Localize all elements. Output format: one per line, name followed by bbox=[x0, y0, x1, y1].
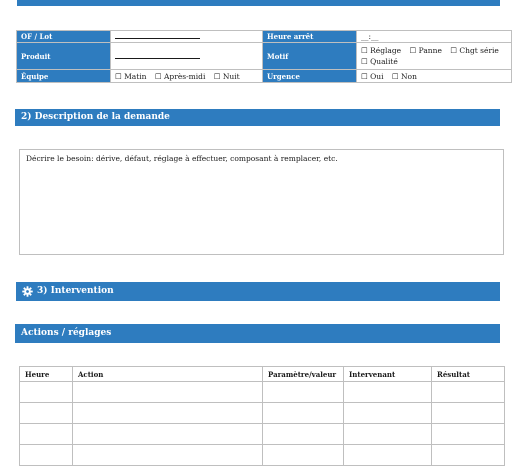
produit-blank bbox=[115, 52, 200, 59]
actions-table: Heure Action Paramètre/valeur Intervenan… bbox=[19, 366, 505, 466]
heure-arret-value: __:__ bbox=[361, 32, 379, 41]
cell-parametre[interactable] bbox=[262, 381, 344, 403]
table-row bbox=[19, 444, 505, 466]
urgence-options: ☐ Oui ☐ Non bbox=[356, 69, 512, 83]
of-lot-field[interactable] bbox=[110, 30, 263, 43]
heure-arret-label: Heure arrêt bbox=[262, 30, 357, 43]
motif-option-reglage[interactable]: ☐ Réglage bbox=[361, 46, 401, 55]
section-header-actions: Actions / réglages bbox=[15, 324, 500, 343]
table-row bbox=[19, 381, 505, 403]
cell-parametre[interactable] bbox=[262, 423, 344, 445]
equipe-option-matin[interactable]: ☐ Matin bbox=[115, 72, 147, 81]
cell-action[interactable] bbox=[72, 402, 263, 424]
of-lot-label: OF / Lot bbox=[16, 30, 111, 43]
table-row bbox=[19, 423, 505, 445]
cell-intervenant[interactable] bbox=[343, 423, 432, 445]
description-placeholder: Décrire le besoin: dérive, défaut, régla… bbox=[26, 154, 338, 163]
description-section-title: 2) Description de la demande bbox=[21, 112, 170, 122]
motif-option-qualite[interactable]: ☐ Qualité bbox=[361, 57, 398, 66]
cell-intervenant[interactable] bbox=[343, 381, 432, 403]
cell-action[interactable] bbox=[72, 423, 263, 445]
cell-resultat[interactable] bbox=[431, 381, 505, 403]
motif-option-panne[interactable]: ☐ Panne bbox=[410, 46, 442, 55]
produit-label: Produit bbox=[16, 42, 111, 70]
motif-option-chgt-serie[interactable]: ☐ Chgt série bbox=[450, 46, 499, 55]
info-table: OF / Lot Heure arrêt __:__ Produit Motif… bbox=[16, 30, 512, 83]
urgence-option-non[interactable]: ☐ Non bbox=[392, 72, 417, 81]
cell-heure[interactable] bbox=[19, 381, 73, 403]
heure-arret-field[interactable]: __:__ bbox=[356, 30, 512, 43]
info-row-of: OF / Lot Heure arrêt __:__ bbox=[16, 30, 512, 43]
equipe-option-apres-midi[interactable]: ☐ Après-midi bbox=[155, 72, 205, 81]
table-row bbox=[19, 402, 505, 424]
actions-header-row: Heure Action Paramètre/valeur Intervenan… bbox=[19, 366, 505, 382]
cell-action[interactable] bbox=[72, 381, 263, 403]
col-action-header: Action bbox=[72, 366, 263, 382]
form-page: OF / Lot Heure arrêt __:__ Produit Motif… bbox=[0, 0, 517, 466]
intervention-section-title: 3) Intervention bbox=[37, 286, 114, 296]
equipe-option-nuit[interactable]: ☐ Nuit bbox=[214, 72, 240, 81]
info-row-produit: Produit Motif ☐ Réglage ☐ Panne ☐ Chgt s… bbox=[16, 42, 512, 70]
actions-body bbox=[19, 381, 505, 466]
produit-field[interactable] bbox=[110, 42, 263, 70]
motif-options: ☐ Réglage ☐ Panne ☐ Chgt série ☐ Qualité bbox=[356, 42, 512, 70]
description-textarea[interactable]: Décrire le besoin: dérive, défaut, régla… bbox=[19, 149, 504, 255]
section-header-description: 2) Description de la demande bbox=[15, 109, 500, 126]
gear-icon bbox=[22, 286, 33, 297]
col-intervenant-header: Intervenant bbox=[343, 366, 432, 382]
col-parametre-header: Paramètre/valeur bbox=[262, 366, 344, 382]
motif-label: Motif bbox=[262, 42, 357, 70]
actions-section-title: Actions / réglages bbox=[21, 328, 112, 338]
cell-intervenant[interactable] bbox=[343, 402, 432, 424]
section-header-1 bbox=[17, 0, 500, 6]
cell-action[interactable] bbox=[72, 444, 263, 466]
of-lot-blank bbox=[115, 32, 200, 39]
cell-intervenant[interactable] bbox=[343, 444, 432, 466]
cell-resultat[interactable] bbox=[431, 444, 505, 466]
col-resultat-header: Résultat bbox=[431, 366, 505, 382]
col-heure-header: Heure bbox=[19, 366, 73, 382]
urgence-label: Urgence bbox=[262, 69, 357, 83]
urgence-option-oui[interactable]: ☐ Oui bbox=[361, 72, 384, 81]
info-row-equipe: Équipe ☐ Matin ☐ Après-midi ☐ Nuit Urgen… bbox=[16, 69, 512, 83]
cell-parametre[interactable] bbox=[262, 402, 344, 424]
cell-heure[interactable] bbox=[19, 444, 73, 466]
equipe-label: Équipe bbox=[16, 69, 111, 83]
equipe-options: ☐ Matin ☐ Après-midi ☐ Nuit bbox=[110, 69, 263, 83]
cell-resultat[interactable] bbox=[431, 402, 505, 424]
section-header-intervention: 3) Intervention bbox=[16, 282, 500, 301]
cell-resultat[interactable] bbox=[431, 423, 505, 445]
cell-heure[interactable] bbox=[19, 402, 73, 424]
cell-parametre[interactable] bbox=[262, 444, 344, 466]
cell-heure[interactable] bbox=[19, 423, 73, 445]
